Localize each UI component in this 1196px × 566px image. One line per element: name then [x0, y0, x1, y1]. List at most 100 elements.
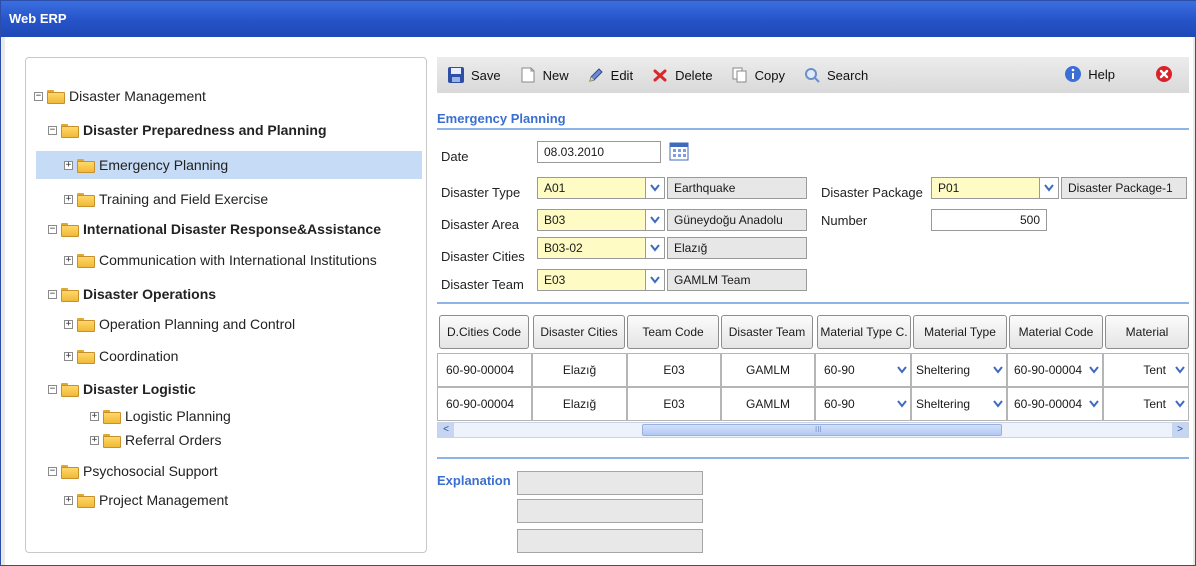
- expand-icon[interactable]: +: [64, 351, 73, 361]
- disaster-type-dropdown[interactable]: [645, 177, 665, 199]
- table-cell[interactable]: Elazığ: [532, 353, 627, 387]
- red-x-icon: [651, 66, 669, 84]
- table-cell-dropdown[interactable]: Tent: [1103, 387, 1189, 421]
- delete-button[interactable]: Delete: [651, 66, 713, 84]
- chevron-down-icon[interactable]: [895, 397, 909, 411]
- number-field[interactable]: 500: [931, 209, 1047, 231]
- disaster-team-name-field: GAMLM Team: [667, 269, 807, 291]
- scroll-thumb[interactable]: III: [642, 424, 1002, 436]
- tree-node-coordination[interactable]: + Coordination: [64, 344, 178, 368]
- column-header[interactable]: Material Type C.: [817, 315, 911, 349]
- disaster-package-dropdown[interactable]: [1039, 177, 1059, 199]
- tree-node-communication[interactable]: + Communication with International Instit…: [64, 248, 377, 272]
- horizontal-scrollbar[interactable]: < III >: [437, 422, 1189, 438]
- disaster-team-dropdown[interactable]: [645, 269, 665, 291]
- table-cell[interactable]: 60-90-00004: [437, 387, 532, 421]
- expand-icon[interactable]: +: [90, 435, 99, 445]
- column-header[interactable]: Disaster Team: [721, 315, 813, 349]
- explanation-line-2[interactable]: [517, 499, 703, 523]
- tree-node-psychosocial-support[interactable]: − Psychosocial Support: [48, 459, 218, 483]
- tree-node-disaster-management[interactable]: − Disaster Management: [34, 84, 206, 108]
- table-cell-dropdown[interactable]: 60-90-00004: [1007, 353, 1103, 387]
- column-header[interactable]: Material: [1105, 315, 1189, 349]
- collapse-icon[interactable]: −: [48, 125, 57, 135]
- tree-node-training[interactable]: + Training and Field Exercise: [64, 187, 268, 211]
- collapse-icon[interactable]: −: [34, 91, 43, 101]
- new-button[interactable]: New: [519, 66, 569, 84]
- expand-icon[interactable]: +: [64, 255, 73, 265]
- date-field[interactable]: 08.03.2010: [537, 141, 661, 163]
- help-button[interactable]: Help: [1064, 65, 1115, 83]
- disaster-package-code-field[interactable]: P01: [931, 177, 1041, 199]
- section-title: Emergency Planning: [437, 111, 566, 126]
- tree-node-disaster-preparedness[interactable]: − Disaster Preparedness and Planning: [48, 118, 327, 142]
- chevron-down-icon[interactable]: [1173, 363, 1187, 377]
- table-cell-dropdown[interactable]: Tent: [1103, 353, 1189, 387]
- tree-node-operation-planning[interactable]: + Operation Planning and Control: [64, 312, 295, 336]
- chevron-down-icon[interactable]: [1087, 397, 1101, 411]
- edit-button[interactable]: Edit: [587, 66, 633, 84]
- collapse-icon[interactable]: −: [48, 466, 57, 476]
- disaster-package-label: Disaster Package: [821, 185, 923, 200]
- table-cell[interactable]: E03: [627, 387, 721, 421]
- chevron-down-icon[interactable]: [991, 363, 1005, 377]
- tree-node-project-management[interactable]: + Project Management: [64, 488, 228, 512]
- table-cell-dropdown[interactable]: Sheltering: [911, 387, 1007, 421]
- disaster-cities-dropdown[interactable]: [645, 237, 665, 259]
- column-header[interactable]: Material Code: [1009, 315, 1103, 349]
- disaster-area-name-field: Güneydoğu Anadolu: [667, 209, 807, 231]
- table-cell[interactable]: E03: [627, 353, 721, 387]
- expand-icon[interactable]: +: [90, 411, 99, 421]
- collapse-icon[interactable]: −: [48, 289, 57, 299]
- disaster-team-label: Disaster Team: [441, 277, 524, 292]
- tree-node-logistic-planning[interactable]: + Logistic Planning: [90, 404, 231, 428]
- chevron-down-icon[interactable]: [895, 363, 909, 377]
- disaster-cities-code-field[interactable]: B03-02: [537, 237, 647, 259]
- expand-icon[interactable]: +: [64, 160, 73, 170]
- disaster-team-code-field[interactable]: E03: [537, 269, 647, 291]
- column-header[interactable]: Disaster Cities: [533, 315, 625, 349]
- table-cell-dropdown[interactable]: 60-90-00004: [1007, 387, 1103, 421]
- expand-icon[interactable]: +: [64, 495, 73, 505]
- explanation-line-1[interactable]: [517, 471, 703, 495]
- disaster-type-code-field[interactable]: A01: [537, 177, 647, 199]
- tree-node-emergency-planning[interactable]: + Emergency Planning: [36, 151, 422, 179]
- scroll-right-arrow[interactable]: >: [1172, 423, 1188, 437]
- close-button[interactable]: [1155, 65, 1179, 83]
- table-cell-dropdown[interactable]: 60-90: [815, 387, 911, 421]
- table-cell-dropdown[interactable]: 60-90: [815, 353, 911, 387]
- tree-node-referral-orders[interactable]: + Referral Orders: [90, 428, 221, 452]
- collapse-icon[interactable]: −: [48, 224, 57, 234]
- tree-node-disaster-logistic[interactable]: − Disaster Logistic: [48, 377, 196, 401]
- column-header[interactable]: Material Type: [913, 315, 1007, 349]
- chevron-down-icon[interactable]: [991, 397, 1005, 411]
- disaster-package-name-field: Disaster Package-1: [1061, 177, 1187, 199]
- table-cell[interactable]: 60-90-00004: [437, 353, 532, 387]
- search-button[interactable]: Search: [803, 66, 868, 84]
- copy-button[interactable]: Copy: [731, 66, 785, 84]
- table-cell[interactable]: GAMLM: [721, 353, 815, 387]
- column-header[interactable]: D.Cities Code: [439, 315, 529, 349]
- tree-node-international-response[interactable]: − International Disaster Response&Assista…: [48, 217, 381, 241]
- chevron-down-icon[interactable]: [1087, 363, 1101, 377]
- scroll-left-arrow[interactable]: <: [438, 423, 454, 437]
- column-header[interactable]: Team Code: [627, 315, 719, 349]
- table-cell[interactable]: Elazığ: [532, 387, 627, 421]
- collapse-icon[interactable]: −: [48, 384, 57, 394]
- content-area: − Disaster Management − Disaster Preparedn…: [5, 37, 1193, 565]
- folder-icon: [77, 254, 95, 268]
- tree-node-disaster-operations[interactable]: − Disaster Operations: [48, 282, 216, 306]
- calendar-icon[interactable]: [669, 141, 689, 161]
- explanation-line-3[interactable]: [517, 529, 703, 553]
- save-button[interactable]: Save: [447, 66, 501, 84]
- expand-icon[interactable]: +: [64, 194, 73, 204]
- chevron-down-icon[interactable]: [1173, 397, 1187, 411]
- pencil-icon: [587, 66, 605, 84]
- expand-icon[interactable]: +: [64, 319, 73, 329]
- disaster-area-code-field[interactable]: B03: [537, 209, 647, 231]
- disaster-area-dropdown[interactable]: [645, 209, 665, 231]
- table-cell[interactable]: GAMLM: [721, 387, 815, 421]
- number-label: Number: [821, 213, 868, 228]
- table-cell-dropdown[interactable]: Sheltering: [911, 353, 1007, 387]
- folder-icon: [103, 410, 121, 424]
